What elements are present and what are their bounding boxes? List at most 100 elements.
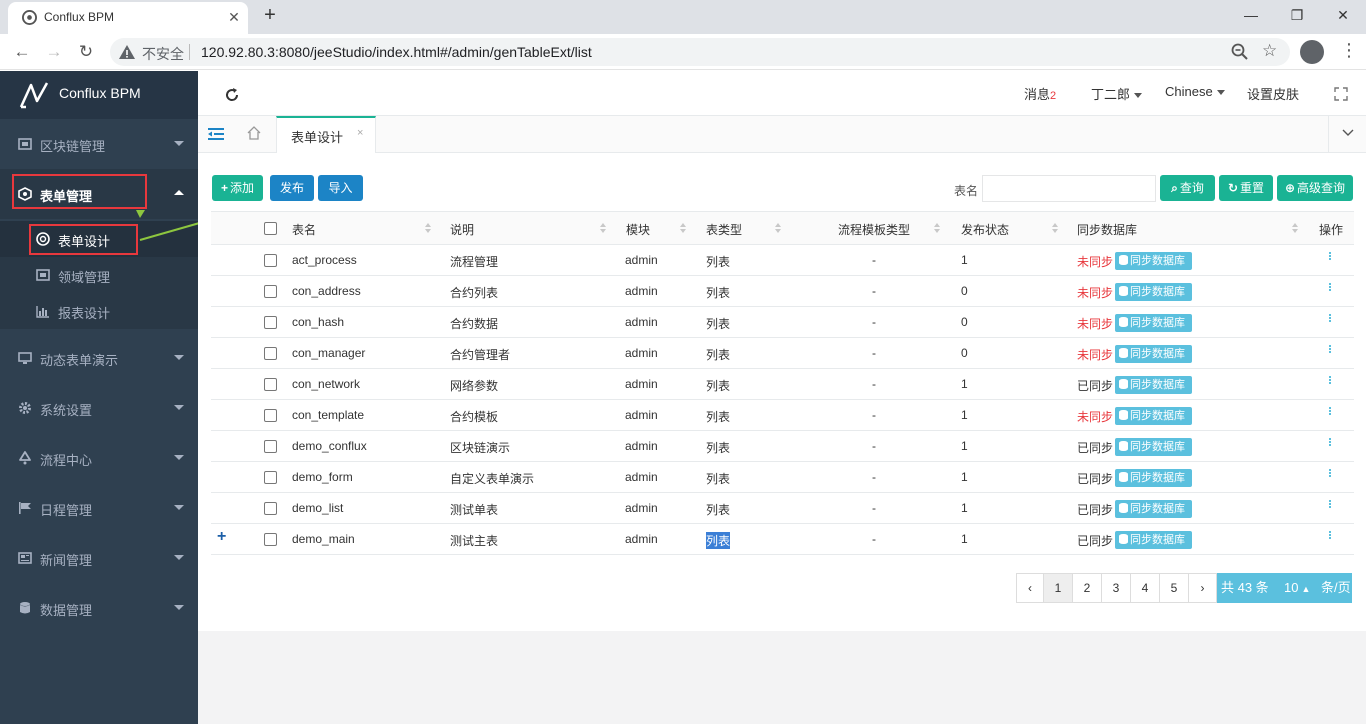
pagination-page-5[interactable]: 5 bbox=[1159, 573, 1189, 603]
language-menu[interactable]: Chinese bbox=[1165, 84, 1225, 99]
table-row[interactable]: demo_conflux 区块链演示 admin 列表 - 1 已同步 同步数据… bbox=[211, 431, 1354, 462]
row-actions-menu[interactable] bbox=[1329, 344, 1333, 354]
column-header-type[interactable]: 表类型 bbox=[706, 221, 742, 238]
pagination-page-3[interactable]: 3 bbox=[1101, 573, 1131, 603]
sidebar-item-blockchain[interactable]: 区块链管理 bbox=[0, 119, 198, 169]
profile-avatar-icon[interactable] bbox=[1300, 40, 1324, 64]
sync-database-button[interactable]: 同步数据库 bbox=[1115, 376, 1192, 394]
sort-icon[interactable] bbox=[775, 223, 781, 235]
column-header-desc[interactable]: 说明 bbox=[450, 221, 474, 238]
address-bar[interactable]: 不安全 120.92.80.3:8080/jeeStudio/index.htm… bbox=[110, 38, 1290, 66]
row-checkbox[interactable] bbox=[264, 316, 277, 329]
home-icon[interactable] bbox=[246, 125, 262, 141]
sync-database-button[interactable]: 同步数据库 bbox=[1115, 438, 1192, 456]
table-row[interactable]: con_address 合约列表 admin 列表 - 0 未同步 同步数据库 bbox=[211, 276, 1354, 307]
table-row[interactable]: con_network 网络参数 admin 列表 - 1 已同步 同步数据库 bbox=[211, 369, 1354, 400]
fullscreen-icon[interactable] bbox=[1334, 87, 1348, 101]
sidebar-subitem-domain[interactable]: 领域管理 bbox=[0, 257, 198, 293]
sync-database-button[interactable]: 同步数据库 bbox=[1115, 345, 1192, 363]
select-all-checkbox[interactable] bbox=[264, 222, 277, 235]
url-text[interactable]: 120.92.80.3:8080/jeeStudio/index.html#/a… bbox=[201, 44, 592, 60]
pagination-prev[interactable]: ‹ bbox=[1016, 573, 1044, 603]
sort-icon[interactable] bbox=[680, 223, 686, 235]
sidebar-item-process-center[interactable]: 流程中心 bbox=[0, 433, 198, 483]
window-close-icon[interactable]: ✕ bbox=[1320, 0, 1366, 30]
row-checkbox[interactable] bbox=[264, 533, 277, 546]
reset-button[interactable]: ↻ 重置 bbox=[1219, 175, 1273, 201]
bookmark-star-icon[interactable]: ☆ bbox=[1262, 41, 1277, 61]
collapse-menu-icon[interactable] bbox=[208, 127, 224, 141]
row-checkbox[interactable] bbox=[264, 502, 277, 515]
sync-database-button[interactable]: 同步数据库 bbox=[1115, 500, 1192, 518]
sync-database-button[interactable]: 同步数据库 bbox=[1115, 283, 1192, 301]
table-name-search-input[interactable] bbox=[982, 175, 1156, 202]
table-row[interactable]: demo_form 自定义表单演示 admin 列表 - 1 已同步 同步数据库 bbox=[211, 462, 1354, 493]
zoom-icon[interactable] bbox=[1230, 42, 1250, 62]
row-checkbox[interactable] bbox=[264, 378, 277, 391]
advanced-query-button[interactable]: ⊕ 高级查询 bbox=[1277, 175, 1353, 201]
row-actions-menu[interactable] bbox=[1329, 437, 1333, 447]
row-checkbox[interactable] bbox=[264, 440, 277, 453]
skin-settings-link[interactable]: 设置皮肤 bbox=[1247, 84, 1299, 103]
column-header-publish-status[interactable]: 发布状态 bbox=[961, 221, 1009, 238]
pagination-page-2[interactable]: 2 bbox=[1072, 573, 1102, 603]
table-row[interactable]: act_process 流程管理 admin 列表 - 1 未同步 同步数据库 bbox=[211, 245, 1354, 276]
new-tab-icon[interactable]: + bbox=[258, 4, 282, 28]
messages-link[interactable]: 消息2 bbox=[1024, 84, 1056, 103]
expand-row-icon[interactable]: + bbox=[217, 528, 226, 546]
close-icon[interactable]: × bbox=[357, 127, 363, 139]
sidebar-item-data[interactable]: 数据管理 bbox=[0, 583, 198, 633]
table-row[interactable]: con_template 合约模板 admin 列表 - 1 未同步 同步数据库 bbox=[211, 400, 1354, 431]
row-checkbox[interactable] bbox=[264, 347, 277, 360]
sidebar-item-schedule[interactable]: 日程管理 bbox=[0, 483, 198, 533]
sort-icon[interactable] bbox=[934, 223, 940, 235]
sync-database-button[interactable]: 同步数据库 bbox=[1115, 469, 1192, 487]
sync-database-button[interactable]: 同步数据库 bbox=[1115, 407, 1192, 425]
pagination-page-4[interactable]: 4 bbox=[1130, 573, 1160, 603]
sort-icon[interactable] bbox=[600, 223, 606, 235]
row-actions-menu[interactable] bbox=[1329, 313, 1333, 323]
browser-menu-icon[interactable]: ⋮ bbox=[1340, 40, 1358, 61]
minimize-icon[interactable]: — bbox=[1228, 0, 1274, 30]
pagination-page-1[interactable]: 1 bbox=[1043, 573, 1073, 603]
sync-database-button[interactable]: 同步数据库 bbox=[1115, 531, 1192, 549]
reload-icon[interactable]: ↻ bbox=[74, 40, 98, 64]
browser-tab[interactable]: Conflux BPM ✕ bbox=[8, 2, 248, 34]
maximize-icon[interactable]: ❐ bbox=[1274, 0, 1320, 30]
row-checkbox[interactable] bbox=[264, 471, 277, 484]
row-checkbox[interactable] bbox=[264, 285, 277, 298]
column-header-flow-template[interactable]: 流程模板类型 bbox=[838, 221, 910, 238]
sort-icon[interactable] bbox=[1052, 223, 1058, 235]
sidebar-item-dynamic-form[interactable]: 动态表单演示 bbox=[0, 333, 198, 383]
row-checkbox[interactable] bbox=[264, 409, 277, 422]
column-header-sync[interactable]: 同步数据库 bbox=[1077, 221, 1137, 238]
row-actions-menu[interactable] bbox=[1329, 282, 1333, 292]
table-row[interactable]: + demo_main 测试主表 admin 列表 - 1 已同步 同步数据库 bbox=[211, 524, 1354, 555]
table-row[interactable]: con_hash 合约数据 admin 列表 - 0 未同步 同步数据库 bbox=[211, 307, 1354, 338]
user-menu[interactable]: 丁二郎 bbox=[1091, 84, 1143, 103]
row-actions-menu[interactable] bbox=[1329, 406, 1333, 416]
publish-button[interactable]: 发布 bbox=[270, 175, 314, 201]
row-actions-menu[interactable] bbox=[1329, 499, 1333, 509]
sidebar-item-news[interactable]: 新闻管理 bbox=[0, 533, 198, 583]
back-icon[interactable]: ← bbox=[10, 40, 34, 64]
sidebar-item-settings[interactable]: 系统设置 bbox=[0, 383, 198, 433]
table-row[interactable]: con_manager 合约管理者 admin 列表 - 0 未同步 同步数据库 bbox=[211, 338, 1354, 369]
row-actions-menu[interactable] bbox=[1329, 375, 1333, 385]
row-checkbox[interactable] bbox=[264, 254, 277, 267]
import-button[interactable]: 导入 bbox=[318, 175, 363, 201]
sync-database-button[interactable]: 同步数据库 bbox=[1115, 252, 1192, 270]
page-size-select[interactable]: 10 ▲ bbox=[1284, 573, 1310, 604]
pagination-next[interactable]: › bbox=[1188, 573, 1217, 603]
row-actions-menu[interactable] bbox=[1329, 530, 1333, 540]
logo[interactable]: Conflux BPM bbox=[0, 71, 198, 119]
tab-form-design[interactable]: 表单设计 × bbox=[276, 116, 376, 153]
sort-icon[interactable] bbox=[1292, 223, 1298, 235]
query-button[interactable]: ⌕ 查询 bbox=[1160, 175, 1215, 201]
table-row[interactable]: demo_list 测试单表 admin 列表 - 1 已同步 同步数据库 bbox=[211, 493, 1354, 524]
tabs-dropdown[interactable] bbox=[1328, 116, 1366, 153]
column-header-module[interactable]: 模块 bbox=[626, 221, 650, 238]
refresh-icon[interactable] bbox=[224, 87, 240, 103]
add-button[interactable]: + 添加 bbox=[212, 175, 263, 201]
sort-icon[interactable] bbox=[425, 223, 431, 235]
